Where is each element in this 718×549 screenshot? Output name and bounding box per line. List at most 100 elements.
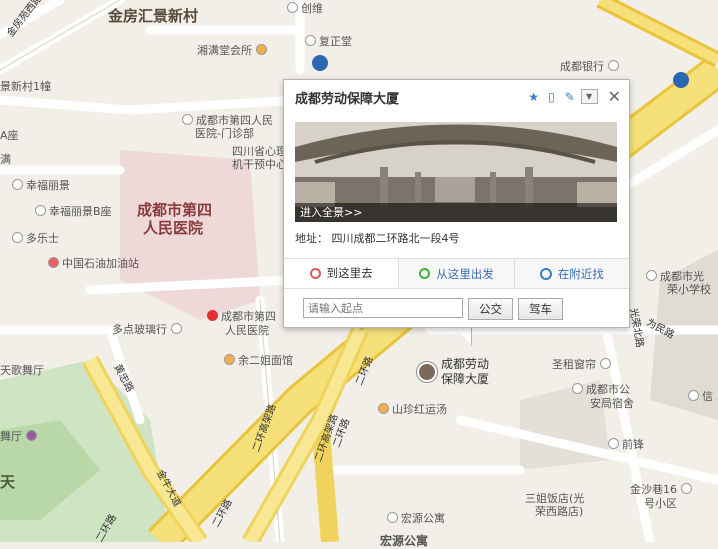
- poi-icon: [182, 114, 193, 125]
- poi-text: 荣西路店): [535, 505, 584, 518]
- poi-text: 天歌舞厅: [0, 364, 44, 377]
- location-marker[interactable]: [417, 362, 437, 382]
- poi-text: 多点玻璃行: [112, 323, 167, 336]
- poi-label[interactable]: 中国石油加油站: [48, 255, 139, 271]
- poi-label[interactable]: 宏源公寓: [380, 532, 428, 549]
- poi-label[interactable]: 余二姐面馆: [224, 352, 293, 368]
- poi-label[interactable]: 天歌舞厅: [0, 362, 44, 378]
- to-icon: [309, 267, 321, 279]
- dropdown-icon[interactable]: ▼: [580, 89, 598, 104]
- poi-label[interactable]: 荣小学校: [667, 281, 711, 297]
- poi-label[interactable]: 宏源公寓: [387, 510, 445, 526]
- poi-text: 荣小学校: [667, 283, 711, 296]
- poi-icon: [600, 358, 611, 369]
- poi-text: 人民医院: [225, 324, 269, 337]
- poi-label[interactable]: 幸福丽景: [12, 177, 70, 193]
- hospital-label-line1: 成都市第四: [137, 201, 213, 219]
- poi-label[interactable]: 湘满堂会所: [197, 42, 270, 58]
- marker-label[interactable]: 成都劳动 保障大厦: [441, 357, 489, 387]
- poi-text: 幸福丽景B座: [49, 205, 112, 218]
- start-point-input[interactable]: [303, 298, 463, 318]
- poi-text: 医院-门诊部: [195, 127, 254, 140]
- poi-text: 中国石油加油站: [62, 257, 139, 270]
- poi-label[interactable]: 多点玻璃行: [112, 321, 185, 337]
- bus-button[interactable]: 公交: [468, 298, 513, 320]
- poi-text: 多乐士: [26, 232, 59, 245]
- address-value: 四川成都二环路北一段4号: [331, 232, 460, 245]
- poi-label[interactable]: 信: [688, 388, 713, 404]
- poi-text: 幸福丽景: [26, 179, 70, 192]
- poi-icon: [287, 2, 298, 13]
- poi-icon: [207, 310, 218, 321]
- poi-label[interactable]: 满: [0, 151, 11, 167]
- poi-label[interactable]: 医院-门诊部: [195, 125, 254, 141]
- from-icon: [419, 268, 431, 279]
- drive-button[interactable]: 驾车: [518, 298, 563, 320]
- poi-icon: [608, 60, 619, 71]
- poi-label[interactable]: 前锋: [608, 436, 644, 452]
- poi-text: 创维: [301, 2, 323, 15]
- poi-text: 信: [702, 390, 713, 403]
- poi-icon: [378, 403, 389, 414]
- poi-icon: [608, 438, 619, 449]
- popup-tabs: 到这里去 从这里出发 在附近找: [284, 258, 629, 289]
- poi-label[interactable]: 荣西路店): [535, 503, 583, 519]
- poi-label[interactable]: 成都银行: [560, 58, 622, 74]
- poi-label[interactable]: 号小区: [644, 495, 677, 511]
- tab-go-here[interactable]: 到这里去: [284, 259, 400, 288]
- panorama-preview[interactable]: 进入全景>>: [295, 122, 617, 222]
- poi-icon: [688, 390, 699, 401]
- poi-icon: [35, 205, 46, 216]
- close-icon[interactable]: ✕: [608, 87, 621, 106]
- route-form: 公交 驾车: [303, 298, 563, 320]
- star-icon[interactable]: ★: [527, 90, 541, 104]
- poi-label[interactable]: 舞厅: [0, 428, 40, 444]
- tab-label: 在附近找: [557, 266, 604, 281]
- district-label: 金房汇景新村: [108, 7, 199, 25]
- poi-icon: [646, 270, 657, 281]
- edit-icon[interactable]: ✎: [563, 90, 577, 104]
- poi-label[interactable]: 人民医院: [225, 322, 269, 338]
- phone-icon[interactable]: ▯: [545, 90, 559, 104]
- poi-text: 号小区: [644, 497, 677, 510]
- poi-label[interactable]: 山珍红运汤: [378, 401, 447, 417]
- poi-label[interactable]: 机干预中心: [232, 156, 287, 172]
- poi-icon: [26, 430, 37, 441]
- tab-label: 从这里出发: [436, 266, 494, 281]
- poi-text: 满: [0, 153, 11, 166]
- poi-text: 圣租窗帘: [552, 358, 596, 371]
- poi-text: 机干预中心: [232, 158, 287, 171]
- address-label: 地址：: [295, 232, 328, 245]
- poi-text: 舞厅: [0, 430, 22, 443]
- poi-icon: [256, 44, 267, 55]
- poi-text: 景新村1幢: [0, 80, 51, 93]
- poi-text: 山珍红运汤: [392, 403, 447, 416]
- tab-search-nearby[interactable]: 在附近找: [515, 259, 629, 288]
- hospital-label[interactable]: 成都市第四 人民医院: [137, 201, 212, 237]
- poi-label[interactable]: 多乐士: [12, 230, 59, 246]
- poi-text: 宏源公寓: [380, 534, 429, 548]
- popup-toolbar: ★ ▯ ✎ ▼ ✕: [527, 87, 621, 106]
- poi-label[interactable]: 复正堂: [305, 33, 352, 49]
- tab-label: 到这里去: [326, 266, 373, 280]
- poi-text: A座: [0, 129, 19, 142]
- panorama-link[interactable]: 进入全景>>: [295, 203, 617, 222]
- poi-label[interactable]: 幸福丽景B座: [35, 203, 112, 219]
- poi-text: 前锋: [622, 438, 644, 451]
- address-line: 地址： 四川成都二环路北一段4号: [295, 230, 460, 246]
- poi-label[interactable]: A座: [0, 127, 19, 143]
- poi-icon: [48, 257, 59, 268]
- poi-label[interactable]: 安局宿舍: [590, 395, 634, 411]
- popup-pointer: [451, 325, 471, 345]
- poi-label[interactable]: 创维: [287, 0, 323, 16]
- poi-label[interactable]: 景新村1幢: [0, 78, 51, 94]
- popup-title: 成都劳动保障大厦: [295, 92, 400, 107]
- poi-label[interactable]: 圣租窗帘: [552, 356, 614, 372]
- hospital-label-line2: 人民医院: [143, 219, 204, 237]
- poi-icon: [572, 383, 583, 394]
- poi-text: 余二姐面馆: [238, 354, 293, 367]
- tab-start-here[interactable]: 从这里出发: [399, 259, 515, 288]
- poi-text: 安局宿舍: [590, 397, 634, 410]
- poi-icon: [681, 483, 692, 494]
- poi-text: 宏源公寓: [401, 512, 445, 525]
